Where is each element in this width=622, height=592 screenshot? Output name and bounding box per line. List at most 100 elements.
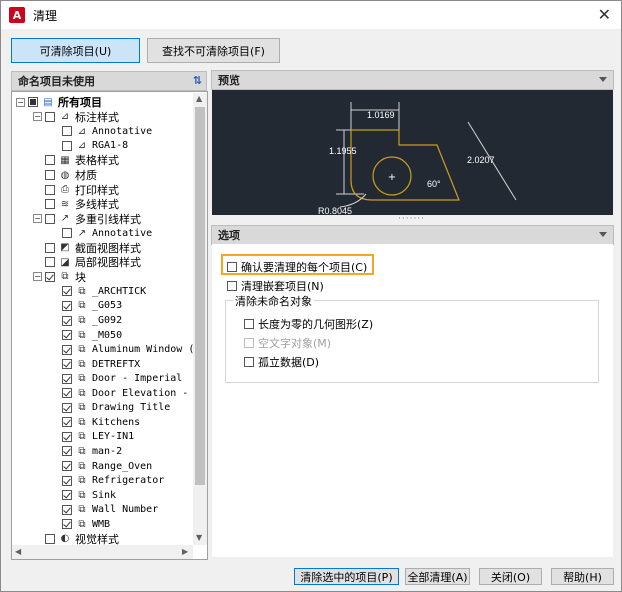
title-bar: A 清理 ✕ (1, 1, 621, 29)
zero-length-option[interactable]: 长度为零的几何图形(Z) (244, 316, 373, 332)
tree-item-checkbox[interactable] (62, 388, 72, 399)
options-header[interactable]: 选项 (211, 225, 614, 245)
tree-item-checkbox[interactable] (62, 490, 72, 501)
tree-item-checkbox[interactable] (45, 199, 55, 210)
tree-item[interactable]: ◐ 视觉样式 (33, 532, 119, 545)
tree-item[interactable]: ⧉ WMB (50, 517, 110, 532)
tree-item-checkbox[interactable] (62, 126, 72, 137)
tree-horizontal-scrollbar[interactable]: ◀ ▶ (12, 545, 193, 559)
tree-item[interactable]: ▦ 表格样式 (33, 153, 119, 168)
tree-item[interactable]: ⊿ Annotative (50, 124, 152, 139)
tree-vertical-scrollbar[interactable]: ▲ ▼ (193, 93, 207, 545)
tree-item-checkbox[interactable] (45, 111, 55, 122)
tree-item-checkbox[interactable] (45, 242, 55, 253)
tree-item[interactable]: ⧉ Wall Number (50, 502, 158, 517)
tree-item-checkbox[interactable] (28, 97, 38, 108)
tree-item[interactable]: ⧉ man-2 (50, 444, 122, 459)
scroll-up-icon[interactable]: ▲ (196, 94, 202, 103)
tree-item[interactable]: ⧉ DETREFTX (50, 357, 140, 372)
tree-item-checkbox[interactable] (62, 475, 72, 486)
scroll-right-icon[interactable]: ▶ (182, 547, 188, 556)
collapse-toggle-icon[interactable]: − (33, 214, 42, 224)
tree-item[interactable]: ⧉ _G053 (50, 299, 122, 314)
tree-item[interactable]: − ⧉ 块 (33, 270, 86, 285)
tree-item-checkbox[interactable] (62, 373, 72, 384)
tree-item[interactable]: ⧉ Range_Oven (50, 459, 152, 474)
tree-item-checkbox[interactable] (45, 184, 55, 195)
scroll-left-icon[interactable]: ◀ (15, 547, 21, 556)
orphaned-data-checkbox[interactable] (244, 357, 254, 367)
tree-item[interactable]: ⧉ Door Elevation - (50, 386, 188, 401)
tree-item[interactable]: − ▤ 所有项目 (16, 95, 102, 110)
block-icon: ⧉ (78, 416, 86, 428)
tree-item[interactable]: ≋ 多线样式 (33, 197, 119, 212)
tree-item-checkbox[interactable] (62, 504, 72, 515)
collapse-icon[interactable] (599, 232, 607, 237)
tree-item-checkbox[interactable] (62, 461, 72, 471)
tree-item[interactable]: ⧉ _ARCHTICK (50, 284, 146, 299)
tree-item[interactable]: ⧉ _M050 (50, 328, 122, 343)
collapse-toggle-icon[interactable]: − (33, 272, 42, 282)
sort-icon[interactable]: ⇅ (193, 74, 202, 87)
tree-item[interactable]: ⎙ 打印样式 (33, 182, 119, 197)
scroll-down-icon[interactable]: ▼ (196, 533, 202, 542)
purge-selected-button[interactable]: 清除选中的项目(P) (294, 568, 399, 585)
tree-item-checkbox[interactable] (62, 417, 72, 428)
block-icon: ⧉ (61, 271, 69, 283)
empty-text-checkbox (244, 338, 254, 348)
orphaned-data-option[interactable]: 孤立数据(D) (244, 354, 319, 370)
splitter-handle[interactable]: ······· (398, 215, 426, 224)
tree-item-checkbox[interactable] (45, 533, 55, 544)
tree-item[interactable]: − ↗ 多重引线样式 (33, 211, 141, 226)
tree-item[interactable]: ⧉ Refrigerator (50, 473, 164, 488)
tree-item[interactable]: ↗ Annotative (50, 226, 152, 241)
tree-item-label: Annotative (92, 227, 153, 239)
tree-item[interactable]: ◍ 材质 (33, 168, 97, 183)
tree-item-label: Aluminum Window ( (92, 344, 194, 356)
collapse-icon[interactable] (599, 77, 607, 82)
tree-item-checkbox[interactable] (62, 446, 72, 457)
scroll-thumb[interactable] (195, 107, 205, 485)
tree-item[interactable]: ⊿ RGA1-8 (50, 139, 128, 154)
tree-item[interactable]: ◩ 截面视图样式 (33, 241, 141, 256)
tree-item-checkbox[interactable] (62, 286, 72, 297)
collapse-toggle-icon[interactable]: − (33, 112, 42, 122)
tree-item[interactable]: ⧉ Sink (50, 488, 116, 503)
tree-item-checkbox[interactable] (62, 359, 72, 370)
tree-item-checkbox[interactable] (45, 155, 55, 166)
tree-item-checkbox[interactable] (62, 228, 72, 239)
tree-item[interactable]: ⧉ Drawing Title (50, 401, 170, 416)
tree-item-checkbox[interactable] (45, 257, 55, 268)
tree-item-checkbox[interactable] (62, 330, 72, 341)
tree-item-checkbox[interactable] (45, 271, 55, 282)
close-button[interactable]: 关闭(O) (479, 568, 542, 585)
tab-non-purgeable-items[interactable]: 查找不可清除项目(F) (147, 38, 280, 63)
tree-item[interactable]: − ⊿ 标注样式 (33, 110, 119, 125)
tree-item-checkbox[interactable] (62, 315, 72, 326)
tree-item-checkbox[interactable] (45, 213, 55, 224)
tree-item-checkbox[interactable] (62, 431, 72, 442)
tree-item-checkbox[interactable] (45, 170, 55, 180)
purge-nested-checkbox[interactable] (227, 281, 237, 291)
tab-purgeable-items[interactable]: 可清除项目(U) (11, 38, 140, 63)
purge-nested-option[interactable]: 清理嵌套项目(N) (227, 278, 324, 294)
help-button[interactable]: 帮助(H) (551, 568, 614, 585)
tree-item[interactable]: ⧉ Aluminum Window ( (50, 342, 194, 357)
preview-header[interactable]: 预览 (211, 70, 614, 90)
tree-item-label: 视觉样式 (75, 532, 119, 545)
tree-item-checkbox[interactable] (62, 344, 72, 355)
tree-item-checkbox[interactable] (62, 519, 72, 530)
tree-item[interactable]: ⧉ LEY-IN1 (50, 430, 134, 445)
tree-item[interactable]: ◪ 局部视图样式 (33, 255, 141, 270)
tree-item[interactable]: ⧉ Door - Imperial (50, 371, 182, 386)
zero-length-checkbox[interactable] (244, 319, 254, 329)
tree-item-checkbox[interactable] (62, 140, 72, 151)
empty-text-label: 空文字对象(M) (258, 337, 332, 350)
purge-all-button[interactable]: 全部清理(A) (405, 568, 470, 585)
tree-item-checkbox[interactable] (62, 300, 72, 311)
tree-item[interactable]: ⧉ _G092 (50, 313, 122, 328)
tree-item[interactable]: ⧉ Kitchens (50, 415, 140, 430)
tree-item-checkbox[interactable] (62, 402, 72, 413)
collapse-toggle-icon[interactable]: − (16, 97, 25, 107)
close-icon[interactable]: ✕ (598, 5, 611, 24)
